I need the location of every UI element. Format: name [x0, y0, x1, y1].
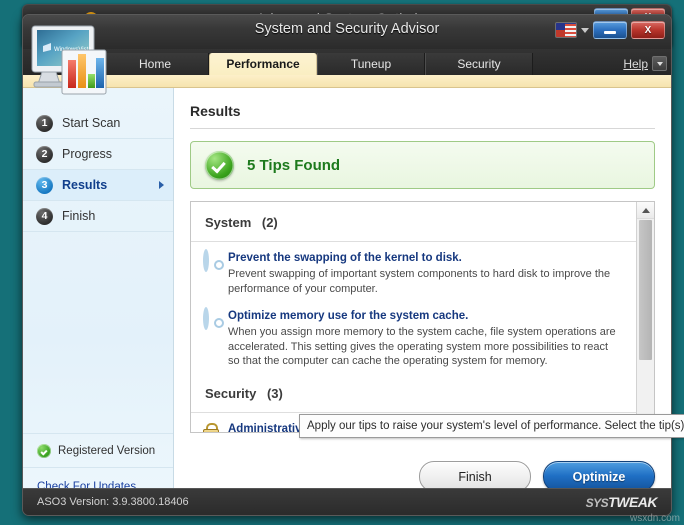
- systweak-logo: SYSTWEAK: [586, 494, 671, 510]
- tip-description: When you assign more memory to the syste…: [228, 326, 616, 367]
- brand-suffix: TWEAK: [608, 494, 657, 510]
- help-menu[interactable]: Help: [623, 56, 671, 75]
- scroll-up-arrow-icon[interactable]: [637, 202, 654, 219]
- main-window: System and Security Advisor X aso Home P…: [22, 14, 672, 516]
- tips-list: System (2) Prevent the swapping of the k…: [190, 201, 655, 433]
- group-header-security: Security (3): [191, 373, 636, 413]
- registered-version-label: Registered Version: [58, 444, 156, 457]
- group-count: (2): [261, 215, 278, 230]
- window-controls: X: [555, 21, 665, 39]
- tab-performance[interactable]: Performance: [209, 53, 317, 75]
- success-check-icon: [205, 150, 234, 180]
- page-title: Results: [190, 103, 241, 119]
- tab-home[interactable]: Home: [101, 53, 209, 75]
- chevron-right-icon: [159, 181, 164, 189]
- tooltip: Apply our tips to raise your system's le…: [299, 414, 684, 438]
- close-button[interactable]: X: [631, 21, 665, 39]
- screen-root: Advanced System Optimizer X System and S…: [0, 0, 684, 525]
- group-name: System: [205, 215, 252, 230]
- lock-icon: [203, 422, 220, 432]
- group-header-system: System (2): [191, 202, 636, 242]
- brand-prefix: SYS: [585, 496, 609, 510]
- gear-icon: [203, 249, 220, 296]
- step-number: 4: [36, 207, 53, 225]
- chevron-down-icon[interactable]: [581, 27, 589, 33]
- step-number: 3: [36, 176, 53, 194]
- sidebar-item-start-scan[interactable]: 1 Start Scan: [23, 108, 173, 139]
- aso-wordmark: aso: [52, 55, 72, 70]
- help-dropdown-icon[interactable]: [652, 56, 667, 71]
- tips-found-label: 5 Tips Found: [247, 156, 341, 174]
- registered-version-row: Registered Version: [23, 433, 173, 468]
- sidebar-item-label: Start Scan: [62, 116, 121, 130]
- list-item[interactable]: Prevent the swapping of the kernel to di…: [191, 242, 636, 300]
- step-number: 1: [36, 114, 53, 132]
- window-titlebar[interactable]: System and Security Advisor X: [23, 15, 671, 49]
- scrollbar-thumb[interactable]: [639, 220, 652, 360]
- watermark-text: wsxdn.com: [629, 513, 680, 524]
- list-item[interactable]: Optimize memory use for the system cache…: [191, 300, 636, 373]
- sidebar-item-finish[interactable]: 4 Finish: [23, 201, 173, 232]
- help-label: Help: [623, 56, 648, 71]
- window-body: 1 Start Scan 2 Progress 3 Results 4 Fini…: [23, 88, 671, 506]
- sidebar-item-results[interactable]: 3 Results: [23, 170, 173, 201]
- tips-list-inner: System (2) Prevent the swapping of the k…: [191, 202, 636, 432]
- tip-title[interactable]: Prevent the swapping of the kernel to di…: [228, 251, 620, 266]
- sidebar-item-label: Results: [62, 178, 108, 192]
- status-bar: ASO3 Version: 3.9.3800.18406 SYSTWEAK: [23, 488, 671, 515]
- sidebar-item-label: Finish: [62, 209, 96, 223]
- tip-title[interactable]: Optimize memory use for the system cache…: [228, 309, 620, 324]
- tab-security[interactable]: Security: [425, 53, 533, 75]
- tip-body: Optimize memory use for the system cache…: [228, 309, 620, 369]
- sidebar-item-label: Progress: [62, 147, 113, 161]
- us-flag-icon[interactable]: [555, 22, 577, 38]
- check-circle-icon: [37, 443, 51, 458]
- sidebar-item-progress[interactable]: 2 Progress: [23, 139, 173, 170]
- tip-body: Prevent the swapping of the kernel to di…: [228, 251, 620, 296]
- sidebar: 1 Start Scan 2 Progress 3 Results 4 Fini…: [23, 88, 174, 506]
- accent-strip: [23, 75, 671, 88]
- step-number: 2: [36, 145, 53, 163]
- vertical-scrollbar[interactable]: [636, 202, 654, 432]
- minimize-button[interactable]: [593, 21, 627, 39]
- sidebar-steps: 1 Start Scan 2 Progress 3 Results 4 Fini…: [23, 88, 173, 232]
- tab-tuneup[interactable]: Tuneup: [317, 53, 425, 75]
- content-area: Results 5 Tips Found System (2) Prevent …: [174, 88, 671, 506]
- navigation-bar: aso Home Performance Tuneup Security Hel…: [23, 49, 671, 75]
- gear-icon: [203, 307, 220, 369]
- group-name: Security: [205, 385, 257, 401]
- version-label: ASO3 Version: 3.9.3800.18406: [37, 496, 189, 508]
- tips-found-banner: 5 Tips Found: [190, 141, 655, 189]
- title-divider: [190, 128, 655, 129]
- group-count: (3): [266, 385, 283, 401]
- tip-description: Prevent swapping of important system com…: [228, 268, 611, 295]
